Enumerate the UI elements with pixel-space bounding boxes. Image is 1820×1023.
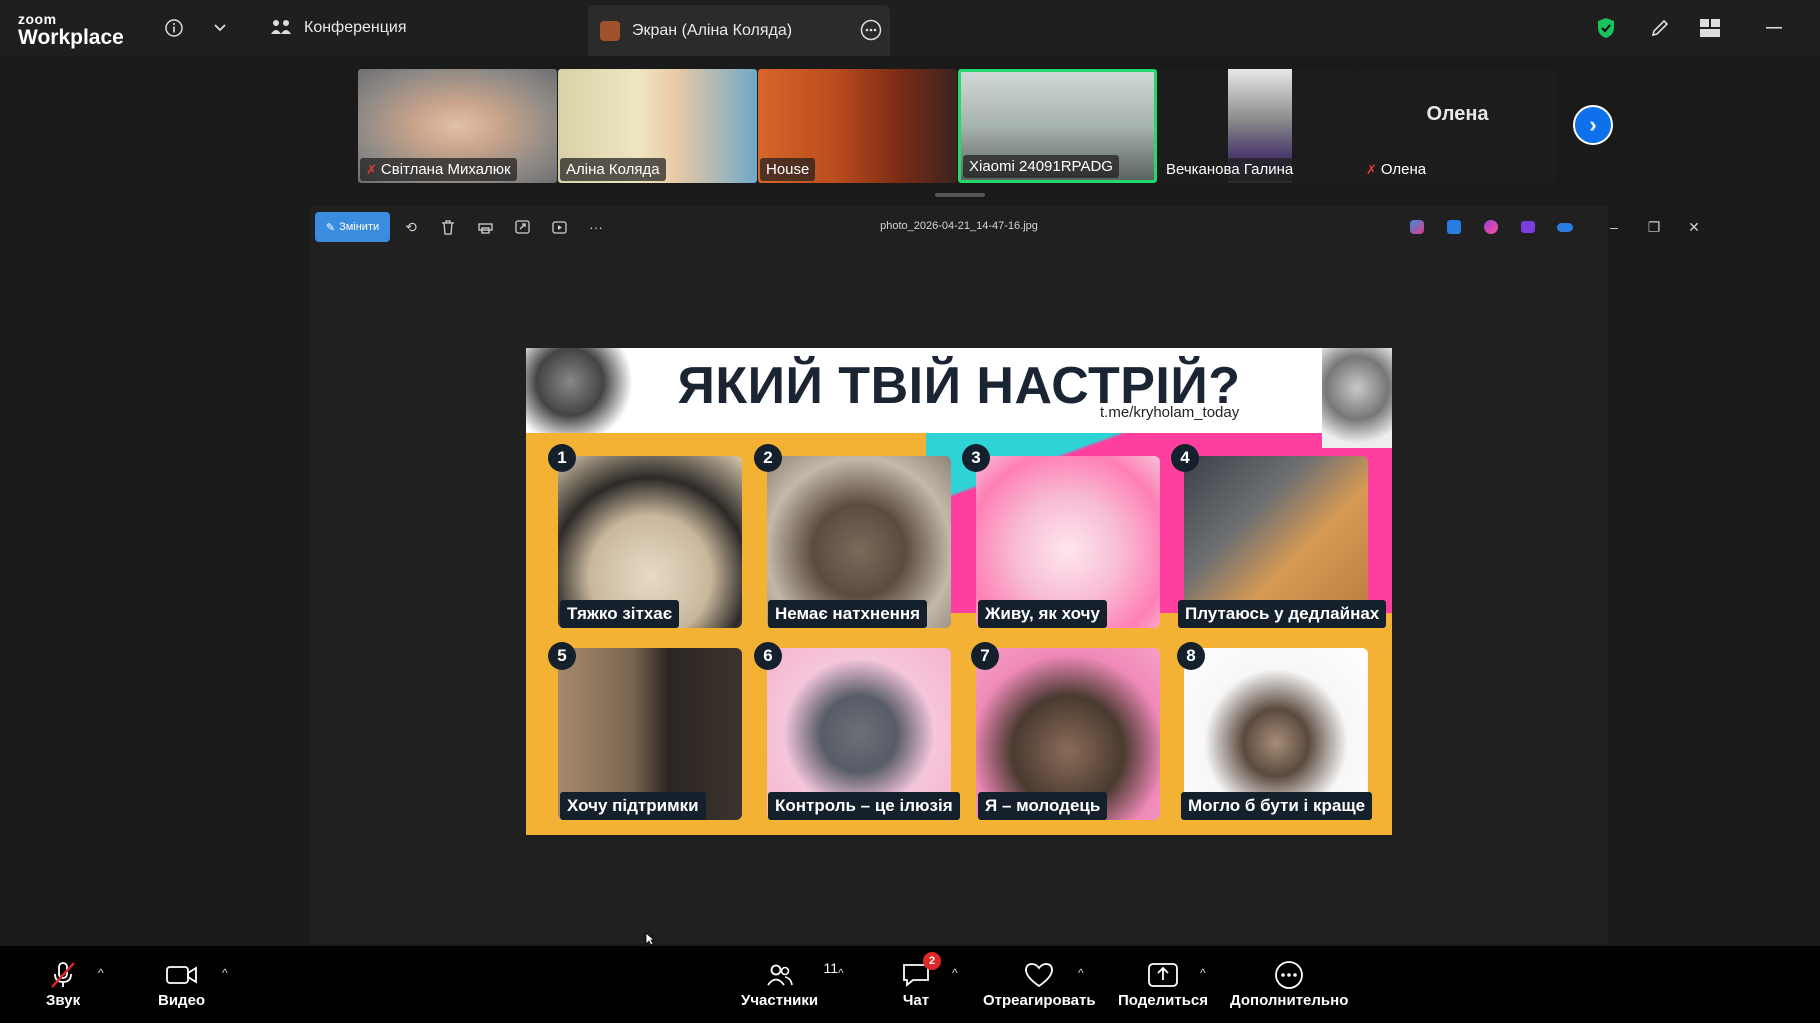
- share-screen-button[interactable]: Поделиться: [1118, 958, 1208, 1009]
- video-options-caret[interactable]: ^: [222, 966, 228, 980]
- zoom-logo: zoom Workplace: [18, 12, 124, 48]
- mood-number: 2: [754, 444, 782, 472]
- meeting-controls-bar: Звук ^ Видео ^ 11 Участники ^ 2 Чат ^ От…: [0, 946, 1820, 1023]
- more-options-icon[interactable]: [860, 19, 882, 46]
- react-options-caret[interactable]: ^: [1078, 966, 1084, 980]
- video-button[interactable]: Видео: [158, 958, 205, 1009]
- participant-tile[interactable]: ✗ Світлана Михалюк: [358, 69, 557, 183]
- participant-name: ✗ Олена: [1360, 158, 1433, 181]
- chat-options-caret[interactable]: ^: [952, 966, 958, 980]
- people-icon: [271, 20, 291, 34]
- participant-tile[interactable]: Аліна Коляда: [558, 69, 757, 183]
- meme-image: ЯКИЙ ТВІЙ НАСТРІЙ? t.me/kryholam_today 1…: [526, 348, 1392, 835]
- minimize-icon[interactable]: [1760, 14, 1788, 42]
- shield-icon[interactable]: [1592, 14, 1620, 42]
- participant-tile[interactable]: Олена ✗ Олена: [1358, 69, 1557, 183]
- participants-label: Участники: [741, 992, 819, 1009]
- info-icon[interactable]: [160, 14, 188, 42]
- resize-handle[interactable]: [935, 193, 985, 197]
- react-label: Отреагировать: [983, 992, 1096, 1009]
- meme-source: t.me/kryholam_today: [1100, 404, 1240, 421]
- mood-number: 3: [962, 444, 990, 472]
- participant-name: Вечканова Галина: [1160, 158, 1300, 181]
- participant-tile[interactable]: House: [758, 69, 957, 183]
- mood-caption: Я – молодець: [978, 792, 1108, 820]
- mood-caption: Немає натхнення: [768, 600, 928, 628]
- participants-button[interactable]: 11 Участники: [741, 958, 838, 1009]
- mood-caption: Плутаюсь у дедлайнах: [1178, 600, 1387, 628]
- logo-bottom: Workplace: [18, 26, 124, 49]
- tab-screen-label: Экран (Аліна Коляда): [632, 21, 793, 39]
- logo-top: zoom: [18, 11, 57, 27]
- mood-number: 6: [754, 642, 782, 670]
- participant-tile-active[interactable]: Xiaomi 24091RPADG: [958, 69, 1157, 183]
- mood-number: 8: [1177, 642, 1205, 670]
- designer-icon[interactable]: [1444, 217, 1464, 237]
- more-button[interactable]: Дополнительно: [1230, 958, 1348, 1009]
- tab-conference[interactable]: Конференция: [270, 0, 407, 56]
- mood-caption: Могло б бути і краще: [1181, 792, 1373, 820]
- mood-number: 1: [548, 444, 576, 472]
- participant-avatar-text: Олена: [1426, 103, 1489, 125]
- share-screen-icon: [1147, 958, 1179, 992]
- chat-label: Чат: [902, 992, 930, 1009]
- mood-caption: Тяжко зітхає: [560, 600, 680, 628]
- participants-icon: 11: [766, 958, 838, 992]
- tab-conference-label: Конференция: [304, 19, 407, 36]
- mic-muted-icon: [48, 958, 78, 992]
- mouse-pointer-icon: [645, 932, 656, 951]
- window-close-icon[interactable]: ✕: [1684, 217, 1704, 237]
- next-page-button[interactable]: ›: [1573, 105, 1613, 145]
- share-options-caret[interactable]: ^: [1200, 966, 1206, 980]
- viewer-toolbar: ✎ Змінити ⟲ ··· photo_2026-04-21_14-47-1…: [310, 206, 1700, 248]
- mood-caption: Контроль – це ілюзія: [768, 792, 960, 820]
- participants-count: 11: [823, 960, 839, 976]
- chat-unread-badge: 2: [923, 952, 941, 970]
- participant-strip: ✗ Світлана Михалюк Аліна Коляда House Xia…: [358, 69, 1623, 183]
- more-icon: [1273, 958, 1305, 992]
- mic-off-icon: ✗: [366, 161, 377, 177]
- heart-icon: [1023, 958, 1055, 992]
- chat-button[interactable]: 2 Чат: [901, 952, 941, 1009]
- mood-caption: Живу, як хочу: [978, 600, 1107, 628]
- view-layout-icon[interactable]: [1696, 14, 1724, 42]
- participant-name: Xiaomi 24091RPADG: [963, 155, 1119, 178]
- video-label: Видео: [158, 992, 206, 1009]
- mic-off-icon: ✗: [1366, 161, 1377, 177]
- audio-label: Звук: [46, 992, 81, 1009]
- participant-tile[interactable]: Вечканова Галина: [1158, 69, 1357, 183]
- onedrive-icon[interactable]: [1555, 217, 1575, 237]
- mood-caption: Хочу підтримки: [560, 792, 706, 820]
- window-minimize-icon[interactable]: –: [1604, 217, 1624, 237]
- tab-screen-share[interactable]: Экран (Аліна Коляда): [588, 5, 890, 56]
- annotate-pen-icon[interactable]: [1646, 14, 1674, 42]
- participant-name: Аліна Коляда: [560, 158, 666, 181]
- mood-number: 4: [1171, 444, 1199, 472]
- chevron-right-icon: ›: [1589, 112, 1597, 137]
- participant-name: ✗ Світлана Михалюк: [360, 158, 517, 181]
- meme-title: ЯКИЙ ТВІЙ НАСТРІЙ?: [677, 357, 1241, 415]
- copilot-icon[interactable]: [1407, 217, 1427, 237]
- mood-number: 7: [971, 642, 999, 670]
- audio-button[interactable]: Звук: [46, 958, 80, 1009]
- clipchamp-icon[interactable]: [1518, 217, 1538, 237]
- share-label: Поделиться: [1118, 992, 1209, 1009]
- top-bar: zoom Workplace Конференция Экран (Аліна …: [0, 0, 1820, 56]
- meme-header: ЯКИЙ ТВІЙ НАСТРІЙ? t.me/kryholam_today: [526, 348, 1392, 448]
- more-label: Дополнительно: [1230, 992, 1349, 1009]
- chevron-down-icon[interactable]: [206, 14, 234, 42]
- video-camera-icon: [165, 958, 199, 992]
- presenter-avatar: [600, 20, 620, 41]
- window-restore-icon[interactable]: ❐: [1644, 217, 1664, 237]
- chat-icon: 2: [901, 952, 941, 992]
- mood-number: 5: [548, 642, 576, 670]
- participants-options-caret[interactable]: ^: [838, 966, 844, 980]
- audio-options-caret[interactable]: ^: [98, 966, 104, 980]
- paint-icon[interactable]: [1481, 217, 1501, 237]
- participant-name: House: [760, 158, 816, 181]
